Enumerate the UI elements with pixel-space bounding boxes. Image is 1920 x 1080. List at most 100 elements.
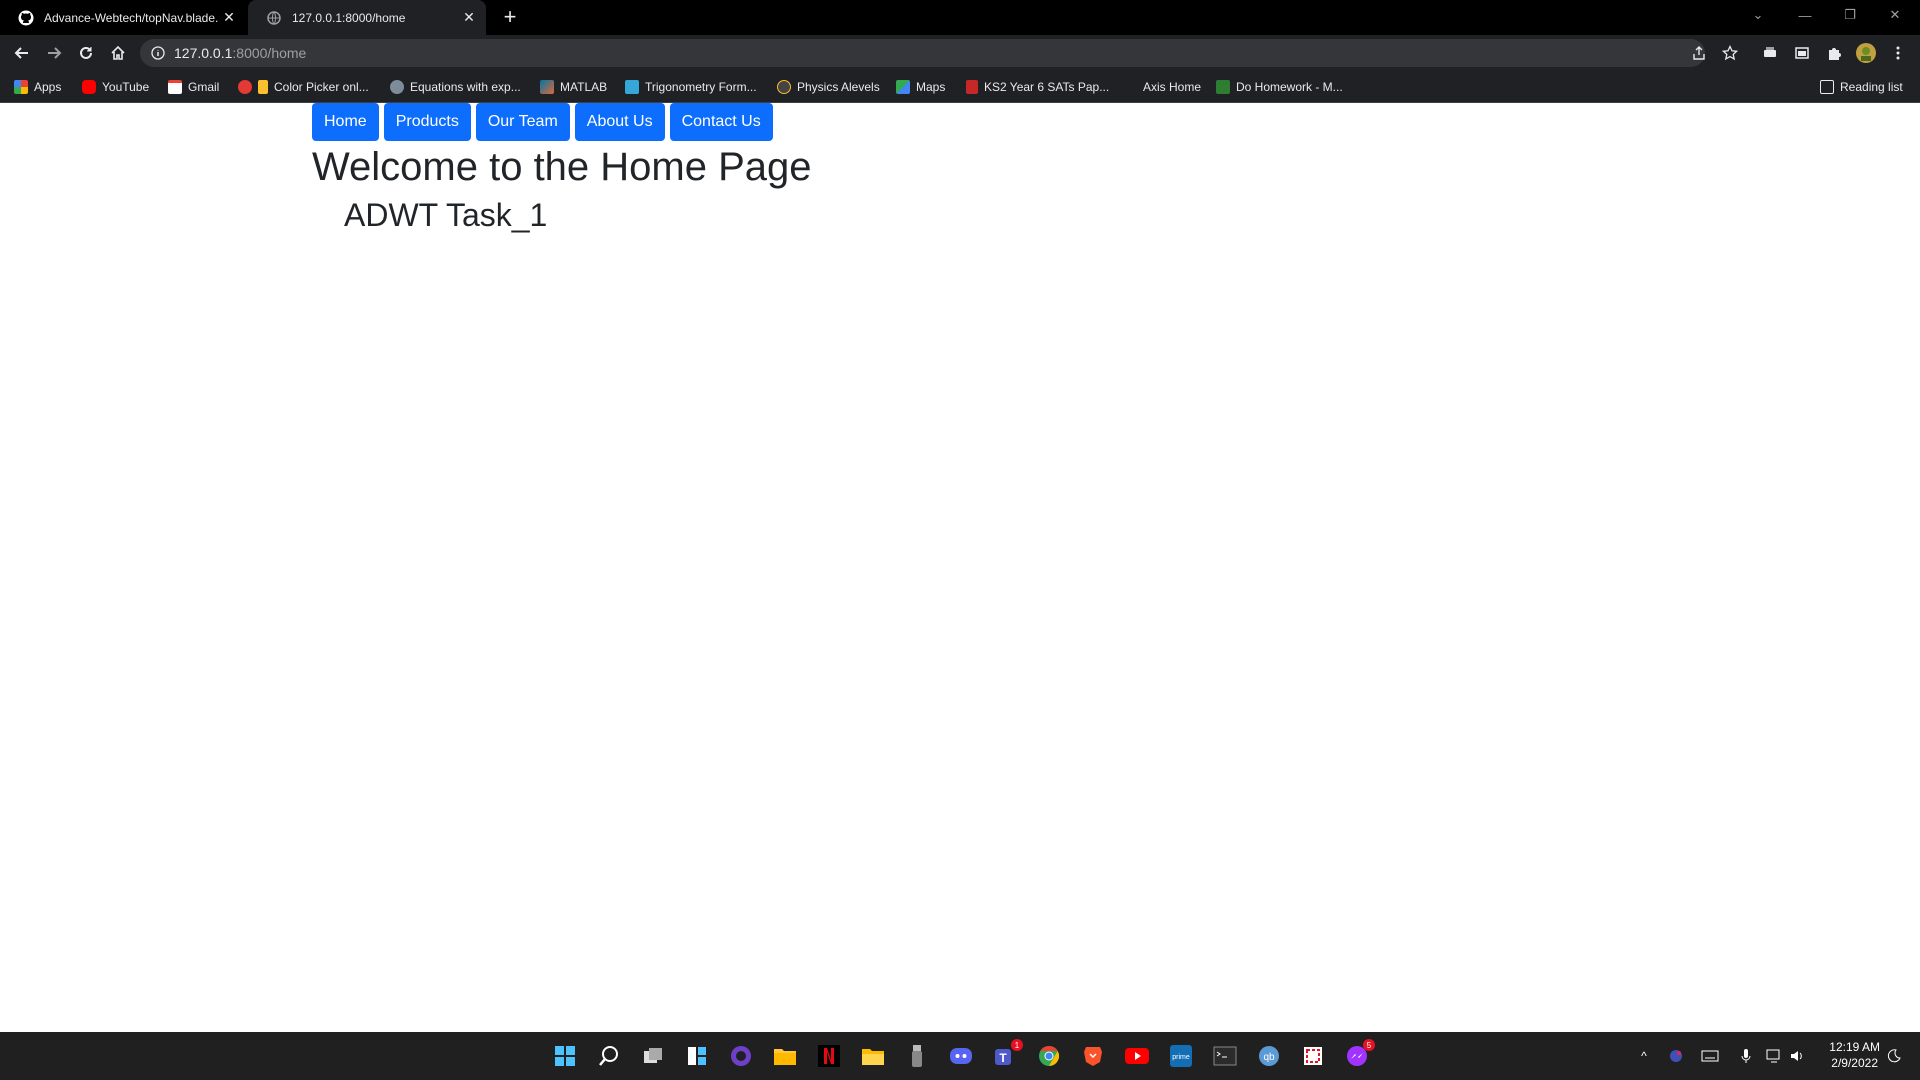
bookmark-apps[interactable]: Apps	[14, 78, 61, 96]
bookmark-label: KS2 Year 6 SATs Pap...	[984, 80, 1110, 94]
reload-button[interactable]	[72, 39, 100, 67]
bookmark-matlab[interactable]: MATLAB	[540, 78, 607, 96]
nav-contact-us-button[interactable]: Contact Us	[669, 103, 773, 141]
search-icon[interactable]	[593, 1040, 625, 1072]
snipping-tool-icon[interactable]	[1297, 1040, 1329, 1072]
page-title: Welcome to the Home Page	[312, 145, 812, 189]
prime-video-icon[interactable]: prime	[1165, 1040, 1197, 1072]
youtube-app-icon[interactable]	[1121, 1040, 1153, 1072]
reading-list-button[interactable]: Reading list	[1820, 78, 1903, 96]
close-tab-icon[interactable]: ✕	[460, 9, 478, 27]
system-clock[interactable]: 12:19 AM 2/9/2022	[1829, 1039, 1880, 1071]
keyboard-icon[interactable]	[1698, 1044, 1722, 1068]
network-icon[interactable]	[1764, 1044, 1784, 1068]
back-button[interactable]	[8, 39, 36, 67]
reload-icon	[80, 46, 92, 59]
web-page: Home Products Our Team About Us Contact …	[0, 103, 1920, 1032]
clock-time: 12:19 AM	[1829, 1040, 1880, 1054]
teams-icon[interactable]: T 1	[989, 1039, 1023, 1072]
extension-window-icon[interactable]	[1788, 39, 1816, 67]
gmail-icon	[168, 80, 182, 94]
netflix-icon[interactable]	[813, 1040, 845, 1072]
restore-button[interactable]: ❐	[1830, 0, 1870, 30]
page-subtitle: ADWT Task_1	[344, 197, 548, 233]
tab-search-icon[interactable]: ⌄	[1738, 0, 1778, 30]
bookmark-physics[interactable]: Physics Alevels	[777, 78, 880, 96]
usb-device-icon[interactable]	[901, 1040, 933, 1072]
bookmark-label: Trigonometry Form...	[645, 80, 757, 94]
terminal-icon[interactable]	[1209, 1040, 1241, 1072]
home-icon	[111, 45, 125, 60]
start-button[interactable]	[549, 1040, 581, 1072]
tab-strip: Advance-Webtech/topNav.blade. ✕ 127.0.0.…	[0, 0, 1920, 35]
color-picker-icon	[238, 80, 252, 94]
bookmark-star-icon[interactable]	[1716, 39, 1744, 67]
tab-home[interactable]: 127.0.0.1:8000/home ✕	[248, 0, 486, 35]
extensions-puzzle-icon[interactable]	[1820, 39, 1848, 67]
windows-taskbar: T 1 prime qb 5 ^ 12:19 AM 2/9/2022	[0, 1032, 1920, 1080]
extension-printer-icon[interactable]	[1756, 39, 1784, 67]
teams-badge: 1	[1011, 1039, 1023, 1051]
volume-icon[interactable]	[1788, 1044, 1808, 1068]
svg-text:qb: qb	[1263, 1052, 1275, 1063]
bookmark-flag-icon	[966, 80, 978, 94]
bookmark-ks2[interactable]: KS2 Year 6 SATs Pap...	[966, 78, 1109, 96]
physics-icon	[777, 80, 791, 94]
bookmark-label: Do Homework - M...	[1236, 80, 1343, 94]
share-icon[interactable]	[1685, 39, 1713, 67]
nav-our-team-button[interactable]: Our Team	[475, 103, 570, 141]
bookmark-do-homework[interactable]: Do Homework - M...	[1216, 78, 1343, 96]
task-view-icon[interactable]	[637, 1040, 669, 1072]
close-tab-icon[interactable]: ✕	[220, 9, 238, 27]
trig-icon	[625, 80, 639, 94]
discord-icon[interactable]	[945, 1040, 977, 1072]
clock-date: 2/9/2022	[1831, 1056, 1878, 1070]
bookmark-youtube[interactable]: YouTube	[82, 78, 149, 96]
folder-icon[interactable]	[857, 1040, 889, 1072]
bookmark-trigonometry[interactable]: Trigonometry Form...	[625, 78, 757, 96]
show-hidden-icons-chevron-icon[interactable]: ^	[1634, 1044, 1654, 1068]
bookmark-label: Equations with exp...	[410, 80, 521, 94]
nav-about-us-button[interactable]: About Us	[574, 103, 665, 141]
url-path: :8000/home	[232, 45, 307, 61]
tab-github[interactable]: Advance-Webtech/topNav.blade. ✕	[0, 0, 246, 35]
top-nav: Home Products Our Team About Us Contact …	[312, 103, 773, 141]
site-info-icon[interactable]	[150, 45, 166, 61]
bookmarks-bar: Apps YouTube Gmail Color Picker onl... E…	[0, 71, 1920, 103]
tray-app-icon[interactable]	[1664, 1044, 1688, 1068]
bookmark-equations[interactable]: Equations with exp...	[390, 78, 521, 96]
windows-logo-icon	[555, 1046, 575, 1066]
close-window-button[interactable]: ✕	[1875, 0, 1915, 30]
messenger-icon[interactable]: 5	[1341, 1039, 1375, 1072]
svg-text:T: T	[999, 1051, 1007, 1065]
file-explorer-icon[interactable]	[769, 1040, 801, 1072]
profile-avatar[interactable]	[1852, 39, 1880, 67]
bookmark-label: YouTube	[102, 80, 150, 94]
address-bar[interactable]: 127.0.0.1:8000/home	[140, 39, 1705, 67]
bookmark-color-picker[interactable]: Color Picker onl...	[238, 78, 369, 96]
nav-home-button[interactable]: Home	[312, 103, 379, 141]
qbittorrent-icon[interactable]: qb	[1253, 1040, 1285, 1072]
tab-title: 127.0.0.1:8000/home	[292, 10, 406, 25]
bookmark-maps[interactable]: Maps	[896, 78, 945, 96]
home-button[interactable]	[104, 39, 132, 67]
chrome-icon[interactable]	[1033, 1040, 1065, 1072]
bookmark-axis-home[interactable]: Axis Home	[1143, 78, 1201, 96]
github-desktop-icon[interactable]	[725, 1040, 757, 1072]
brave-icon[interactable]	[1077, 1040, 1109, 1072]
new-tab-button[interactable]: +	[498, 6, 522, 30]
bookmark-label: Color Picker onl...	[274, 80, 369, 94]
homework-icon	[1216, 80, 1230, 94]
maps-icon	[896, 80, 910, 94]
forward-button[interactable]	[40, 39, 68, 67]
nav-products-button[interactable]: Products	[383, 103, 471, 141]
minimize-button[interactable]: —	[1785, 0, 1825, 30]
bookmark-gmail[interactable]: Gmail	[168, 78, 219, 96]
bookmark-label: MATLAB	[560, 80, 608, 94]
chrome-menu-icon[interactable]	[1884, 39, 1912, 67]
microphone-icon[interactable]	[1736, 1044, 1756, 1068]
reading-list-icon	[1820, 80, 1834, 94]
focus-moon-icon[interactable]	[1884, 1044, 1904, 1068]
hand-icon	[258, 80, 268, 94]
widgets-icon[interactable]	[681, 1040, 713, 1072]
